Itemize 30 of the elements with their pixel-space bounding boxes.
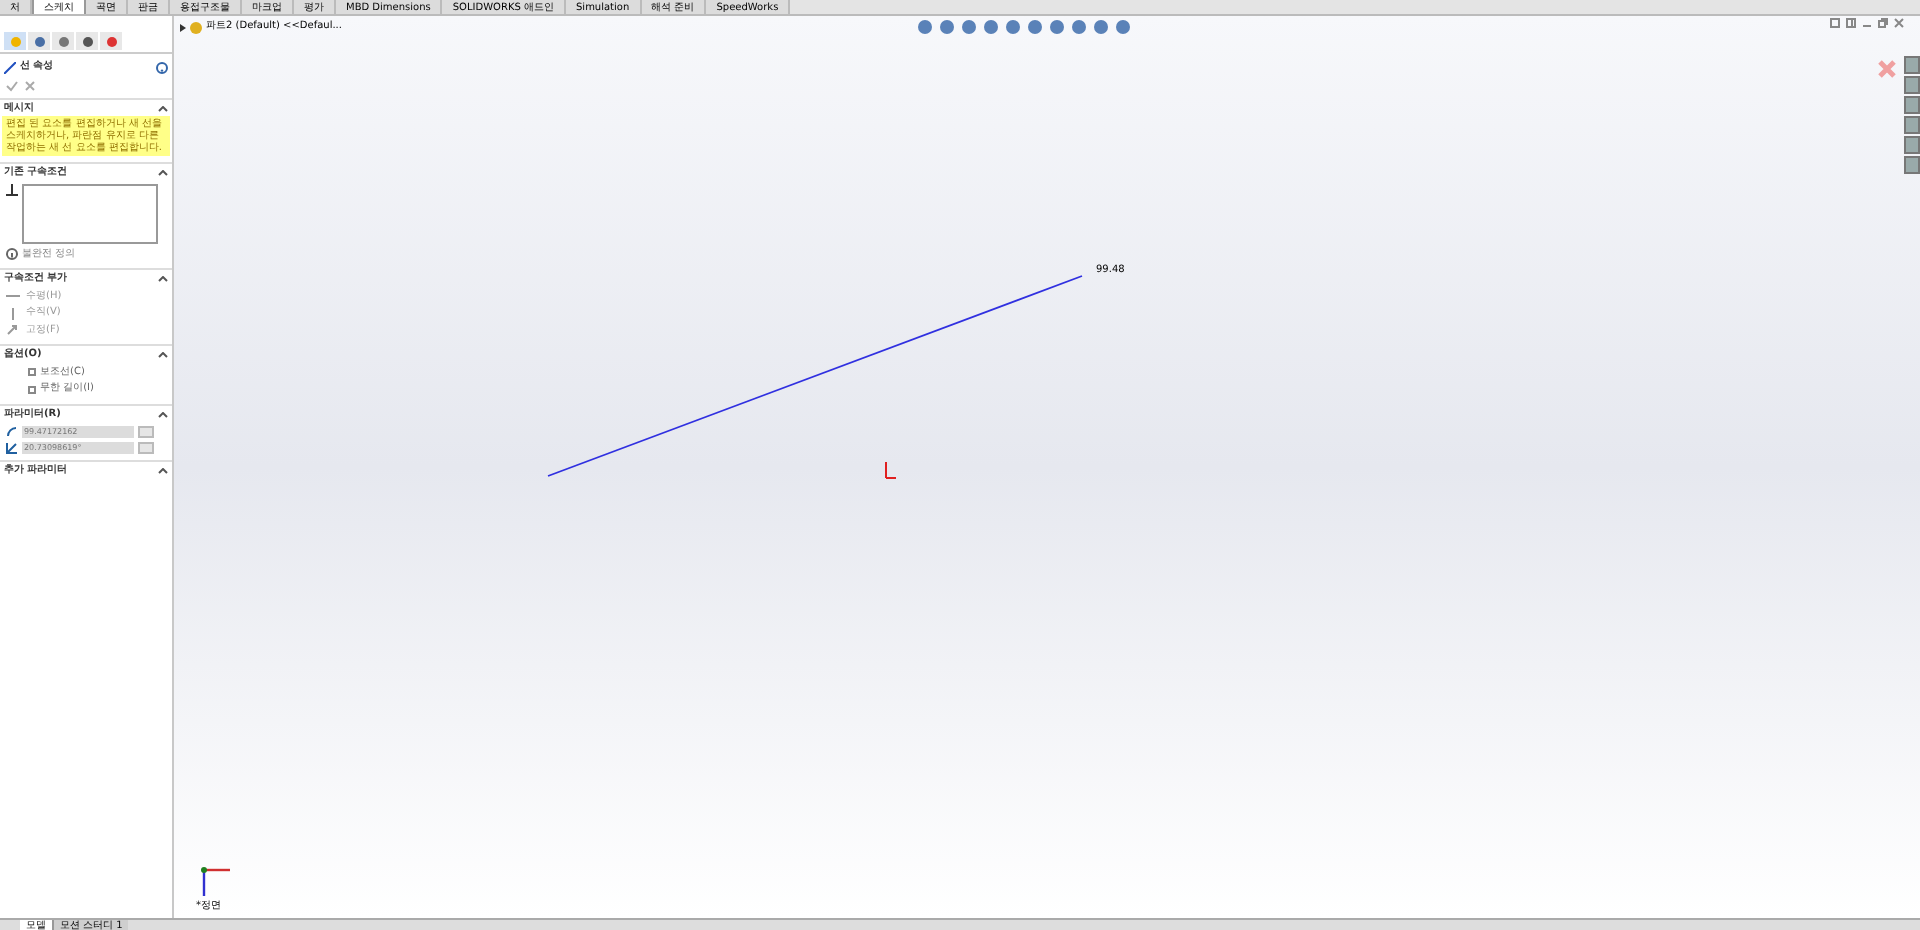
panel-button[interactable] xyxy=(1846,18,1856,28)
relation-icon xyxy=(6,324,20,337)
origin-icon xyxy=(885,461,897,479)
collapse-icon[interactable] xyxy=(158,468,168,475)
line-icon xyxy=(4,61,16,74)
manager-tab[interactable] xyxy=(76,32,98,50)
manager-tab[interactable] xyxy=(52,32,74,50)
collapse-icon[interactable] xyxy=(158,170,168,177)
view-button[interactable] xyxy=(1830,18,1840,28)
help-icon[interactable] xyxy=(156,61,168,74)
collapse-icon[interactable] xyxy=(158,105,168,112)
expand-icon[interactable] xyxy=(180,23,186,32)
checkbox[interactable] xyxy=(28,368,36,377)
checkbox[interactable] xyxy=(28,385,36,394)
restore-button[interactable] xyxy=(1878,18,1888,28)
manager-tab[interactable] xyxy=(28,32,50,50)
close-button[interactable] xyxy=(1894,18,1904,28)
angle-icon xyxy=(6,442,18,454)
relation-icon xyxy=(6,183,18,195)
collapse-icon[interactable] xyxy=(158,276,168,283)
info-icon xyxy=(6,248,18,261)
collapse-icon[interactable] xyxy=(158,411,168,418)
cancel-button[interactable] xyxy=(24,79,36,91)
axis-triad-drawing xyxy=(201,867,230,896)
length-icon xyxy=(6,426,18,438)
part-icon xyxy=(190,21,202,34)
ok-button[interactable] xyxy=(6,79,18,91)
manager-tab[interactable] xyxy=(100,32,122,50)
cancel-icon[interactable] xyxy=(1878,60,1896,78)
collapse-icon[interactable] xyxy=(158,352,168,359)
